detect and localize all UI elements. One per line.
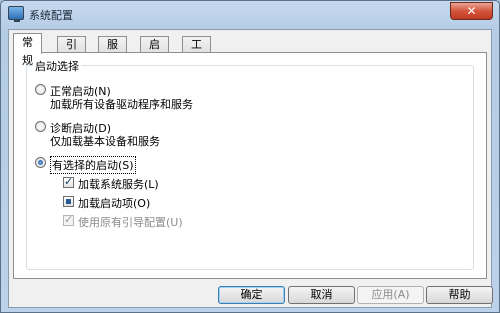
radio-description: 仅加载基本设备和服务 (50, 135, 160, 148)
checkbox-label: 加载启动项(O) (78, 197, 151, 210)
checkbox-label: 使用原有引导配置(U) (78, 216, 183, 229)
title-bar[interactable]: 系统配置 ✕ (1, 1, 499, 27)
close-button[interactable]: ✕ (450, 2, 493, 20)
system-config-window: 系统配置 ✕ 常规 引导 服务 启动 工具 启动选择 正常启动(N) 加载所有设… (0, 0, 500, 313)
monitor-icon (8, 6, 24, 22)
radio-button[interactable] (35, 121, 46, 132)
startup-selection-group: 启动选择 正常启动(N) 加载所有设备驱动程序和服务 诊断启动(D) 仅加载基本… (26, 58, 474, 270)
ok-button[interactable]: 确定 (218, 286, 285, 304)
checkbox (63, 213, 74, 226)
checkbox[interactable] (63, 196, 74, 207)
radio-button[interactable] (35, 84, 46, 95)
radio-button[interactable] (35, 157, 46, 168)
checkbox[interactable] (63, 175, 74, 188)
dialog-client-area: 常规 引导 服务 启动 工具 启动选择 正常启动(N) 加载所有设备驱动程序和服… (8, 29, 493, 308)
radio-description: 加载所有设备驱动程序和服务 (50, 98, 193, 111)
apply-button: 应用(A) (357, 286, 424, 304)
help-button[interactable]: 帮助 (426, 286, 493, 304)
tab-tools[interactable]: 工具 (182, 36, 211, 66)
tab-boot[interactable]: 引导 (57, 36, 86, 66)
general-tab-panel: 启动选择 正常启动(N) 加载所有设备驱动程序和服务 诊断启动(D) 仅加载基本… (13, 52, 487, 279)
tab-startup[interactable]: 启动 (140, 36, 169, 66)
cancel-button[interactable]: 取消 (288, 286, 355, 304)
radio-label: 有选择的启动(S) (50, 156, 136, 174)
group-title: 启动选择 (33, 58, 81, 74)
tab-services[interactable]: 服务 (98, 36, 127, 66)
tab-general[interactable]: 常规 (13, 33, 42, 67)
window-title: 系统配置 (29, 9, 73, 22)
checkbox-label: 加载系统服务(L) (78, 178, 159, 191)
